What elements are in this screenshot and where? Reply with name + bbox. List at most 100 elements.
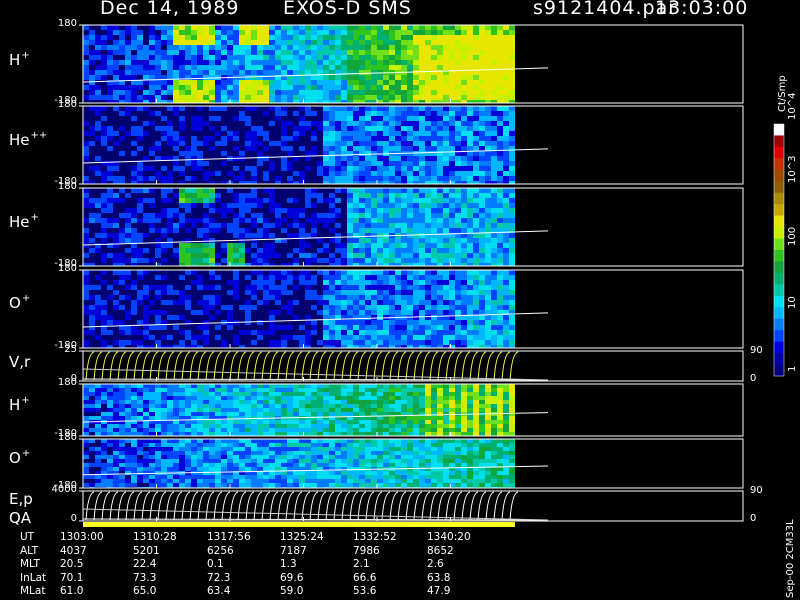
spectrogram-pixel [167, 213, 173, 218]
spectrogram-pixel [329, 228, 335, 233]
spectrogram-pixel [101, 208, 107, 213]
spectrogram-pixel [113, 65, 119, 70]
spectrogram-pixel [455, 188, 461, 193]
spectrogram-pixel [95, 447, 101, 451]
spectrogram-pixel [317, 300, 323, 305]
spectrogram-pixel [425, 85, 431, 90]
spectrogram-pixel [485, 392, 491, 396]
spectrogram-pixel [287, 146, 293, 151]
spectrogram-pixel [431, 404, 437, 408]
spectrogram-pixel [323, 131, 329, 136]
spectrogram-pixel [191, 95, 197, 100]
spectrogram-pixel [263, 35, 269, 40]
spectrogram-pixel [269, 40, 275, 45]
spectrogram-pixel [335, 388, 341, 392]
spectrogram-pixel [209, 50, 215, 55]
spectrogram-pixel [371, 156, 377, 161]
spectrogram-pixel [311, 95, 317, 100]
spectrogram-pixel [323, 166, 329, 171]
spectrogram-pixel [341, 85, 347, 90]
spectrogram-pixel [209, 228, 215, 233]
spectrogram-pixel [437, 330, 443, 335]
spectrogram-pixel [293, 218, 299, 223]
spectrogram-pixel [227, 50, 233, 55]
spectrogram-pixel [173, 193, 179, 198]
spectrogram-pixel [341, 116, 347, 121]
spectrogram-pixel [497, 392, 503, 396]
spectrogram-pixel [443, 25, 449, 30]
spectrogram-pixel [443, 280, 449, 285]
spectrogram-pixel [413, 238, 419, 243]
spectrogram-pixel [281, 285, 287, 290]
spectrogram-pixel [251, 290, 257, 295]
spectrogram-pixel [179, 50, 185, 55]
spectrogram-pixel [113, 475, 119, 479]
spectrogram-pixel [197, 161, 203, 166]
spectrogram-pixel [257, 467, 263, 471]
spectrogram-pixel [89, 95, 95, 100]
spectrogram-pixel [251, 340, 257, 345]
spectrogram-pixel [269, 310, 275, 315]
spectrogram-pixel [251, 131, 257, 136]
spectrogram-pixel [149, 70, 155, 75]
spectrogram-pixel [503, 208, 509, 213]
spectrogram-pixel [449, 396, 455, 400]
spectrogram-pixel [143, 106, 149, 111]
spectrogram-pixel [149, 40, 155, 45]
spectrogram-pixel [89, 400, 95, 404]
spectrogram-pixel [143, 475, 149, 479]
spectrogram-pixel [413, 228, 419, 233]
spectrogram-pixel [299, 412, 305, 416]
spectrogram-pixel [233, 428, 239, 432]
spectrogram-pixel [305, 156, 311, 161]
spectrogram-pixel [371, 228, 377, 233]
spectrogram-pixel [191, 248, 197, 253]
spectrogram-pixel [485, 223, 491, 228]
spectrogram-pixel [215, 432, 221, 436]
spectrogram-pixel [383, 325, 389, 330]
spectrogram-pixel [437, 85, 443, 90]
spectrogram-pixel [239, 305, 245, 310]
spectrogram-pixel [437, 65, 443, 70]
spectrogram-pixel [365, 243, 371, 248]
spectrogram-pixel [431, 243, 437, 248]
spectrogram-pixel [83, 295, 89, 300]
spectrogram-pixel [437, 384, 443, 388]
spectrogram-pixel [83, 95, 89, 100]
spectrogram-pixel [119, 447, 125, 451]
spectrogram-pixel [509, 208, 515, 213]
spectrogram-pixel [101, 55, 107, 60]
spectrogram-pixel [107, 475, 113, 479]
spectrogram-pixel [281, 475, 287, 479]
spectrogram-pixel [437, 213, 443, 218]
spectrogram-pixel [437, 198, 443, 203]
spectrogram-pixel [95, 75, 101, 80]
spectrogram-pixel [125, 451, 131, 455]
spectrogram-pixel [323, 270, 329, 275]
spectrogram-pixel [413, 340, 419, 345]
spectrogram-pixel [317, 171, 323, 176]
spectrogram-pixel [167, 392, 173, 396]
spectrogram-pixel [401, 95, 407, 100]
spectrogram-pixel [191, 479, 197, 483]
spectrogram-pixel [443, 258, 449, 263]
spectrogram-pixel [245, 166, 251, 171]
spectrogram-pixel [413, 285, 419, 290]
spectrogram-pixel [485, 75, 491, 80]
spectrogram-pixel [317, 161, 323, 166]
spectrogram-pixel [473, 45, 479, 50]
spectrogram-pixel [395, 141, 401, 146]
spectrogram-pixel [467, 25, 473, 30]
spectrogram-pixel [269, 203, 275, 208]
spectrogram-pixel [347, 432, 353, 436]
spectrogram-pixel [155, 392, 161, 396]
spectrogram-pixel [287, 412, 293, 416]
spectrogram-pixel [245, 428, 251, 432]
spectrogram-pixel [83, 404, 89, 408]
spectrogram-pixel [305, 384, 311, 388]
spectrogram-pixel [473, 208, 479, 213]
spectrogram-pixel [227, 305, 233, 310]
spectrogram-pixel [161, 65, 167, 70]
spectrogram-pixel [101, 384, 107, 388]
spectrogram-pixel [509, 161, 515, 166]
